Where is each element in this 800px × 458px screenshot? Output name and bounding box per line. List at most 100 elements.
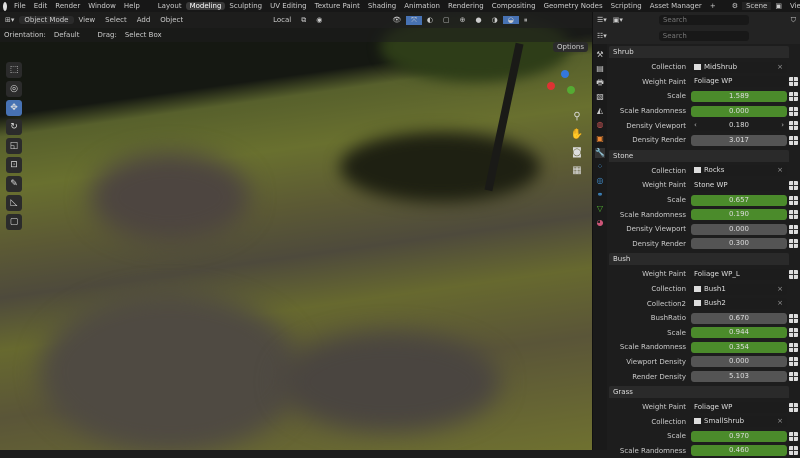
world-tab-icon[interactable]: ◍ (595, 120, 605, 130)
move-tool-icon[interactable]: ✥ (6, 100, 22, 116)
clear-icon[interactable]: × (777, 298, 783, 309)
keyframe-decorator-icon[interactable] (789, 180, 798, 190)
clear-icon[interactable]: × (777, 284, 783, 295)
zoom-icon[interactable]: ⚲ (570, 110, 584, 124)
keyframe-decorator-icon[interactable] (789, 224, 798, 234)
transform-orientation-selector[interactable]: Local (268, 16, 296, 24)
workspace-tab-modeling[interactable]: Modeling (185, 2, 226, 10)
snap-icon[interactable]: ⧉ (296, 16, 311, 25)
filter-icon[interactable]: ⛉ (791, 16, 800, 25)
proportional-edit-icon[interactable]: ◉ (311, 16, 327, 24)
collection-field[interactable]: Bush1 × (691, 283, 787, 295)
transform-tool-icon[interactable]: ⊡ (6, 157, 22, 173)
rotate-tool-icon[interactable]: ↻ (6, 119, 22, 135)
workspace-tab-sculpting[interactable]: Sculpting (225, 2, 266, 10)
visibility-icon[interactable]: 👁 (387, 16, 406, 24)
keyframe-decorator-icon[interactable] (789, 77, 798, 87)
properties-search-input[interactable]: Search (658, 31, 749, 41)
shading-rendered-icon[interactable]: ◒ (502, 16, 519, 24)
menu-file[interactable]: File (10, 2, 30, 10)
z-axis-icon[interactable] (561, 70, 569, 78)
display-mode-icon[interactable]: ▣▾ (613, 16, 623, 24)
clear-icon[interactable]: × (777, 416, 783, 427)
collection-field[interactable]: Rocks × (691, 165, 787, 177)
annotate-tool-icon[interactable]: ✎ (6, 176, 22, 192)
shading-wireframe-icon[interactable]: ⊕ (455, 16, 471, 24)
keyframe-decorator-icon[interactable] (789, 239, 798, 249)
scale-tool-icon[interactable]: ◱ (6, 138, 22, 154)
cursor-tool-icon[interactable]: ◎ (6, 81, 22, 97)
pause-icon[interactable]: ⏸ (519, 16, 533, 25)
add-workspace-icon[interactable]: + (706, 2, 720, 10)
section-header-grass[interactable]: Grass (609, 385, 789, 398)
workspace-tab-animation[interactable]: Animation (400, 2, 444, 10)
orientation-selector[interactable]: Default (50, 31, 84, 39)
number-field[interactable]: ‹ › 0.180 (691, 120, 787, 132)
section-header-shrub[interactable]: Shrub (609, 46, 789, 58)
menu-window[interactable]: Window (84, 2, 120, 10)
physics-tab-icon[interactable]: ◎ (595, 176, 605, 186)
number-field[interactable]: 0.970 (691, 430, 787, 442)
xray-icon[interactable]: ▢ (438, 16, 455, 24)
workspace-tab-asset-manager[interactable]: Asset Manager (646, 2, 706, 10)
clear-icon[interactable]: × (777, 62, 783, 73)
menu-render[interactable]: Render (51, 2, 84, 10)
camera-icon[interactable]: ◙ (570, 146, 584, 160)
add-cube-tool-icon[interactable]: ▢ (6, 214, 22, 230)
select-tool-icon[interactable]: ⬚ (6, 62, 22, 78)
constraints-tab-icon[interactable]: ⚭ (595, 190, 605, 200)
scene-selector[interactable]: Scene (741, 2, 772, 10)
number-field[interactable]: 0.000 (691, 223, 787, 235)
data-tab-icon[interactable]: ▽ (595, 204, 605, 214)
mode-selector[interactable]: Object Mode (19, 16, 74, 24)
keyframe-decorator-icon[interactable] (789, 328, 798, 338)
section-header-stone[interactable]: Stone (609, 149, 789, 162)
view-layer-selector[interactable]: ViewLayer (786, 2, 800, 10)
number-field[interactable]: 0.190 (691, 209, 787, 221)
grid-view-icon[interactable]: ▦ (570, 164, 584, 178)
collection-field[interactable]: SmallShrub × (691, 416, 787, 428)
workspace-tab-shading[interactable]: Shading (364, 2, 400, 10)
tool-tab-icon[interactable]: ⚒ (595, 50, 605, 60)
text-field[interactable]: Foliage WP (691, 401, 787, 413)
workspace-tab-uv-editing[interactable]: UV Editing (266, 2, 311, 10)
keyframe-decorator-icon[interactable] (789, 195, 798, 205)
number-field[interactable]: 0.670 (691, 312, 787, 324)
collection-field[interactable]: Bush2 × (691, 298, 787, 310)
navigation-gizmo[interactable] (543, 68, 587, 108)
number-field[interactable]: 1.589 (691, 90, 787, 102)
view-layer-icon[interactable]: ▣ (771, 2, 786, 10)
keyframe-decorator-icon[interactable] (789, 313, 798, 323)
material-tab-icon[interactable]: ◕ (595, 218, 605, 228)
number-field[interactable]: 0.300 (691, 238, 787, 250)
view-layer-tab-icon[interactable]: ▧ (595, 92, 605, 102)
decrement-arrow-icon[interactable]: ‹ (694, 120, 697, 131)
menu-edit[interactable]: Edit (30, 2, 52, 10)
keyframe-decorator-icon[interactable] (789, 357, 798, 367)
menu-object[interactable]: Object (155, 16, 188, 24)
outliner-editor-icon[interactable]: ☰▾ (597, 16, 607, 24)
keyframe-decorator-icon[interactable] (789, 135, 798, 145)
increment-arrow-icon[interactable]: › (781, 120, 784, 131)
number-field[interactable]: 0.000 (691, 105, 787, 117)
keyframe-decorator-icon[interactable] (789, 269, 798, 279)
section-header-bush[interactable]: Bush (609, 253, 789, 266)
options-dropdown[interactable]: Options (553, 42, 589, 52)
overlay-icon[interactable]: ◐ (422, 16, 438, 24)
number-field[interactable]: 3.017 (691, 134, 787, 146)
number-field[interactable]: 0.460 (691, 445, 787, 457)
keyframe-decorator-icon[interactable] (789, 121, 798, 131)
output-tab-icon[interactable]: 🖶 (595, 78, 605, 88)
keyframe-decorator-icon[interactable] (789, 402, 798, 412)
workspace-tab-scripting[interactable]: Scripting (607, 2, 646, 10)
workspace-tab-layout[interactable]: Layout (154, 2, 186, 10)
workspace-tab-compositing[interactable]: Compositing (488, 2, 540, 10)
drag-selector[interactable]: Select Box (121, 31, 166, 39)
object-tab-icon[interactable]: ▣ (595, 134, 605, 144)
number-field[interactable]: 0.657 (691, 194, 787, 206)
menu-select[interactable]: Select (100, 16, 132, 24)
properties-editor-icon[interactable]: ☷▾ (597, 32, 607, 40)
particles-tab-icon[interactable]: ⁘ (595, 162, 605, 172)
shading-material-icon[interactable]: ◑ (487, 16, 503, 24)
menu-add[interactable]: Add (132, 16, 156, 24)
